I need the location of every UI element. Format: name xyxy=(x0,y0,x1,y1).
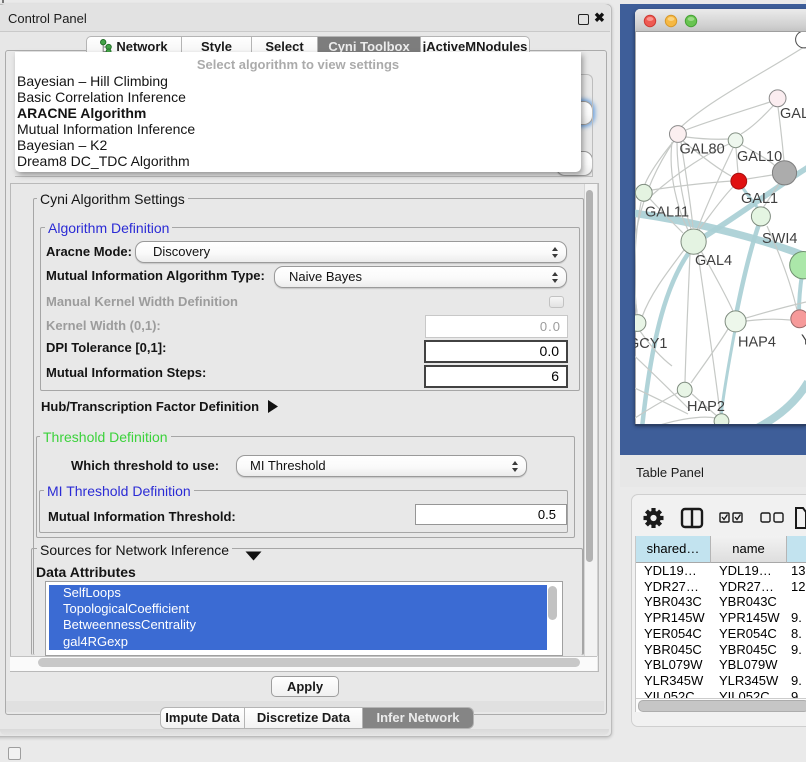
svg-text:GAL11: GAL11 xyxy=(645,205,689,221)
svg-text:GAL7: GAL7 xyxy=(780,106,806,122)
svg-text:GCY1: GCY1 xyxy=(635,336,668,352)
svg-text:HAP2: HAP2 xyxy=(687,399,725,415)
svg-text:GAL10: GAL10 xyxy=(737,149,782,165)
svg-text:GAL4: GAL4 xyxy=(695,253,732,269)
svg-text:SWI4: SWI4 xyxy=(762,231,797,247)
svg-text:HAP4: HAP4 xyxy=(738,335,776,351)
svg-text:Y: Y xyxy=(801,333,806,349)
svg-text:GAL80: GAL80 xyxy=(680,142,725,158)
svg-text:GAL1: GAL1 xyxy=(741,191,778,207)
